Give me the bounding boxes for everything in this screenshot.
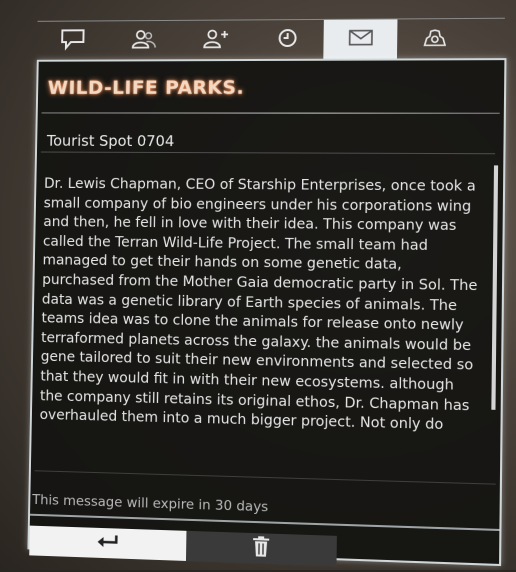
contacts-icon (129, 27, 157, 55)
tab-chat[interactable] (37, 21, 108, 60)
delete-button[interactable] (185, 530, 337, 567)
mail-panel: WILD-LIFE PARKS. Tourist Spot 0704 Dr. L… (14, 14, 507, 567)
message-window: WILD-LIFE PARKS. Tourist Spot 0704 Dr. L… (27, 58, 507, 567)
message-subject: Tourist Spot 0704 (46, 131, 175, 151)
subject-divider (40, 151, 496, 155)
trash-icon (251, 535, 271, 562)
tab-history[interactable] (250, 20, 323, 60)
reply-button[interactable] (29, 525, 187, 561)
tab-bar (36, 17, 505, 61)
expiry-notice: This message will expire in 30 days (32, 491, 269, 516)
title-divider (41, 112, 500, 114)
scrollbar[interactable] (491, 165, 499, 410)
clock-icon (273, 26, 301, 54)
reply-arrow-icon (94, 532, 120, 555)
add-contact-icon (201, 26, 229, 54)
mail-icon (346, 26, 375, 54)
tab-add-contact[interactable] (178, 20, 251, 60)
tab-settings[interactable] (397, 19, 472, 60)
message-body[interactable]: Dr. Lewis Chapman, CEO of Starship Enter… (39, 175, 483, 479)
tab-mail[interactable] (323, 19, 398, 60)
tab-contacts[interactable] (107, 21, 179, 61)
chat-bubble-icon (59, 27, 87, 54)
settings-icon (420, 25, 449, 53)
message-title: WILD-LIFE PARKS. (47, 76, 245, 99)
